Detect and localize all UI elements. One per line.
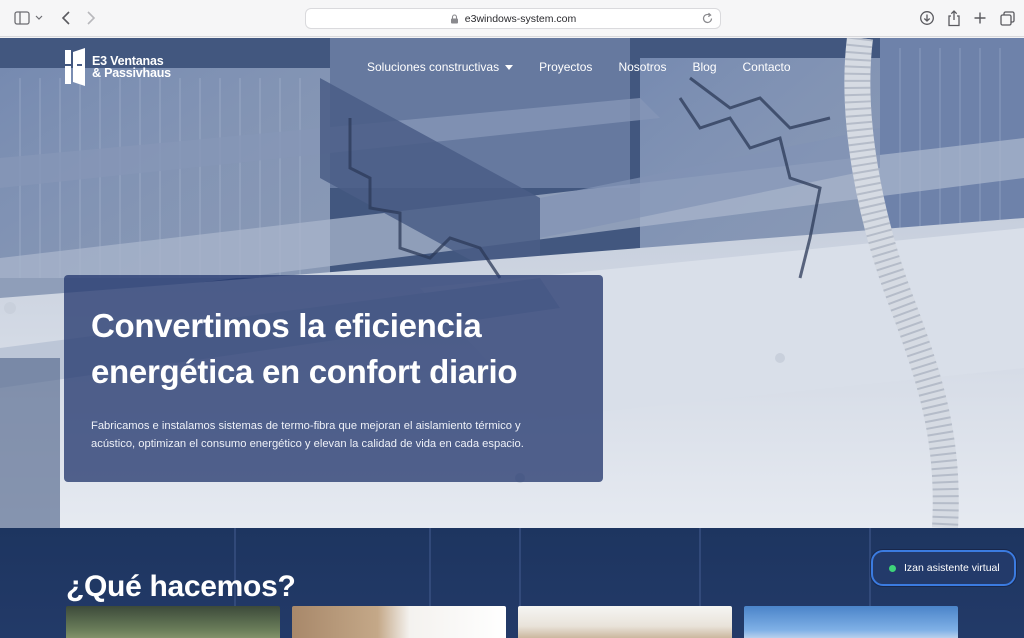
brand-logo-link[interactable]: E3 Ventanas & Passivhaus [64,48,171,86]
hero-title-line1: Convertimos la eficiencia [91,307,482,344]
sidebar-icon[interactable] [12,9,46,27]
services-section: ¿Qué hacemos? [0,528,1024,638]
hero-title-line2: energética en confort diario [91,353,518,390]
online-status-dot [889,564,896,572]
share-icon[interactable] [945,9,963,27]
nav-item-label: Nosotros [618,60,667,74]
main-nav: Soluciones constructivas Proyectos Nosot… [367,60,791,74]
hero-title: Convertimos la eficiencia energética en … [91,303,576,395]
nav-item-label: Soluciones constructivas [367,60,500,74]
hero-card: Convertimos la eficiencia energética en … [64,275,603,482]
hero-subtitle: Fabricamos e instalamos sistemas de term… [91,420,524,450]
window-logo-icon [65,48,85,86]
assistant-label: Izan asistente virtual [904,562,1000,574]
plus-icon[interactable] [971,9,989,27]
nav-item-nosotros[interactable]: Nosotros [618,60,666,74]
service-card[interactable] [292,606,506,638]
section-title: ¿Qué hacemos? [66,570,296,603]
nav-item-proyectos[interactable]: Proyectos [539,60,592,74]
brand-name: E3 Ventanas & Passivhaus [92,55,171,80]
chevron-left-icon[interactable] [58,9,74,27]
service-cards [66,606,958,638]
tabs-overview-icon[interactable] [998,9,1016,27]
virtual-assistant-button[interactable]: Izan asistente virtual [871,550,1016,586]
nav-item-label: Contacto [742,60,791,74]
brand-name-line2: & Passivhaus [92,66,171,80]
download-icon[interactable] [918,9,936,27]
nav-item-blog[interactable]: Blog [692,60,716,74]
url-text: e3windows-system.com [464,12,577,25]
reload-icon[interactable] [701,12,714,25]
hero-section: E3 Ventanas & Passivhaus Soluciones cons… [0,38,1024,528]
chevron-down-icon [505,64,514,70]
address-bar[interactable]: e3windows-system.com [305,8,721,29]
nav-item-label: Blog [692,60,717,74]
nav-item-soluciones[interactable]: Soluciones constructivas [367,60,514,74]
lock-icon [450,13,458,23]
nav-item-label: Proyectos [539,60,593,74]
service-card[interactable] [744,606,958,638]
chevron-right-icon[interactable] [83,9,99,27]
web-page: E3 Ventanas & Passivhaus Soluciones cons… [0,38,1024,638]
nav-item-contacto[interactable]: Contacto [743,60,791,74]
service-card[interactable] [66,606,280,638]
service-card[interactable] [518,606,732,638]
browser-toolbar: e3windows-system.com [0,0,1024,37]
